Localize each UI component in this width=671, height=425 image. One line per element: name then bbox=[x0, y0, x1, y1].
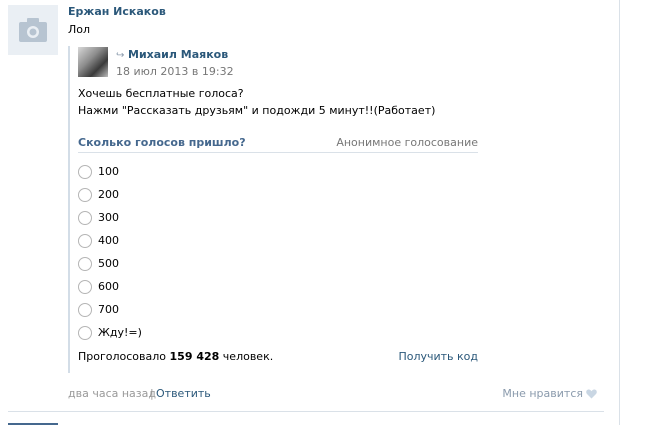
poll-divider bbox=[78, 152, 478, 153]
poll-option-label: 400 bbox=[98, 234, 119, 247]
radio-button[interactable] bbox=[78, 303, 92, 317]
radio-button[interactable] bbox=[78, 257, 92, 271]
repost-message-line2: Нажми "Рассказать друзьям" и подожди 5 м… bbox=[78, 104, 436, 117]
page-right-border bbox=[619, 0, 620, 425]
poll-option-label: 700 bbox=[98, 303, 119, 316]
poll-total-suffix: человек. bbox=[222, 350, 274, 363]
reply-link[interactable]: Ответить bbox=[156, 387, 211, 400]
heart-icon[interactable] bbox=[586, 389, 597, 399]
poll-total: Проголосовало 159 428 человек. bbox=[78, 350, 273, 363]
poll-total-count: 159 428 bbox=[169, 350, 220, 363]
post-time[interactable]: два часа назад bbox=[68, 387, 156, 400]
footer-separator: | bbox=[150, 387, 154, 400]
radio-button[interactable] bbox=[78, 188, 92, 202]
radio-button[interactable] bbox=[78, 211, 92, 225]
radio-button[interactable] bbox=[78, 165, 92, 179]
post-author[interactable]: Ержан Искаков bbox=[68, 5, 166, 18]
poll-option-label: 500 bbox=[98, 257, 119, 270]
camera-icon bbox=[19, 18, 47, 42]
repost-date[interactable]: 18 июл 2013 в 19:32 bbox=[116, 65, 234, 78]
poll-option-label: 300 bbox=[98, 211, 119, 224]
poll-option-label: Жду!=) bbox=[98, 326, 142, 339]
author-avatar[interactable] bbox=[8, 5, 58, 55]
radio-button[interactable] bbox=[78, 234, 92, 248]
poll-option-label: 100 bbox=[98, 165, 119, 178]
post-text: Лол bbox=[68, 23, 91, 36]
repost-arrow-icon: ↪ bbox=[116, 50, 125, 61]
repost-quote-bar bbox=[68, 46, 70, 373]
post-bottom-divider bbox=[8, 411, 604, 412]
poll-total-prefix: Проголосовало bbox=[78, 350, 167, 363]
repost-message-line1: Хочешь бесплатные голоса? bbox=[78, 87, 244, 100]
poll-title: Сколько голосов пришло? bbox=[78, 136, 246, 149]
poll-type: Анонимное голосование bbox=[336, 136, 478, 149]
repost-author-avatar[interactable] bbox=[78, 47, 108, 77]
radio-button[interactable] bbox=[78, 280, 92, 294]
repost-author[interactable]: Михаил Маяков bbox=[128, 48, 228, 61]
like-button[interactable]: Мне нравится bbox=[502, 387, 583, 400]
radio-button[interactable] bbox=[78, 326, 92, 340]
poll-option-label: 600 bbox=[98, 280, 119, 293]
get-code-link[interactable]: Получить код bbox=[398, 350, 478, 363]
poll-option-label: 200 bbox=[98, 188, 119, 201]
